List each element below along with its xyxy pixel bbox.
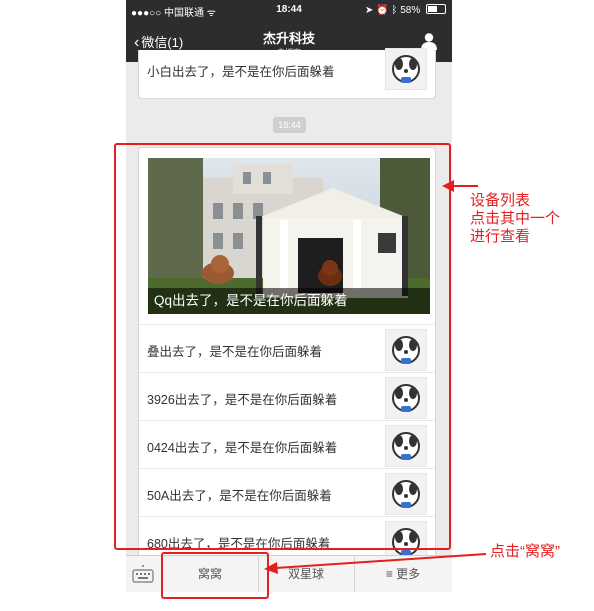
battery-percent: 58%	[400, 5, 421, 16]
page-title: 杰升科技	[262, 31, 315, 46]
battery-icon	[426, 4, 446, 14]
timestamp-badge: 18:44	[273, 117, 306, 133]
status-bar: ●●●○○ 中国联通 ᯤ 18:44 ➤ ⏰ ᛒ 58%	[126, 0, 452, 20]
annotation-box-device-list	[114, 143, 451, 550]
annotation-tab-note: 点击“窝窝”	[490, 543, 560, 560]
annotation-device-list-note: 设备列表 点击其中一个 进行查看	[470, 192, 561, 245]
bluetooth-icon: ᛒ	[391, 5, 398, 16]
annotation-box-tab	[161, 552, 269, 599]
dog-avatar-icon	[385, 48, 427, 90]
location-icon: ➤	[365, 5, 374, 16]
list-item-text: 小白出去了，是不是在你后面躲着	[147, 65, 335, 79]
keyboard-icon[interactable]	[132, 564, 154, 584]
alarm-icon: ⏰	[376, 5, 389, 16]
message-card-previous[interactable]: 小白出去了，是不是在你后面躲着	[138, 48, 436, 99]
arrow-left-icon	[264, 553, 487, 574]
